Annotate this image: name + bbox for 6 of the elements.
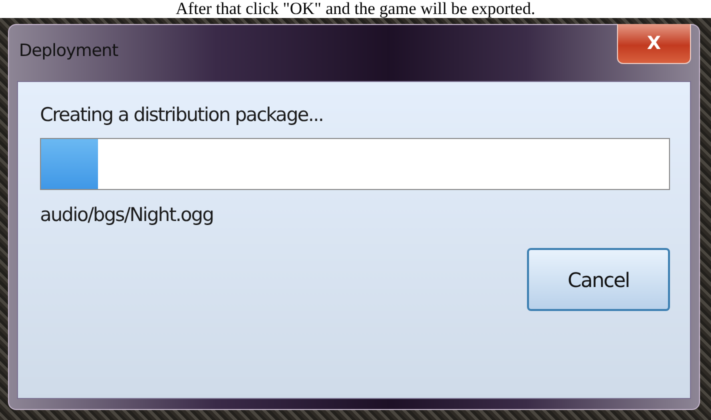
window-title: Deployment [19,41,118,61]
file-path: audio/bgs/Night.ogg [40,204,214,226]
caption-text: After that click "OK" and the game will be exported. [174,0,536,18]
status-text: Creating a distribution package... [40,104,324,126]
cancel-button[interactable]: Cancel [527,248,670,311]
close-button[interactable]: X [617,24,691,64]
